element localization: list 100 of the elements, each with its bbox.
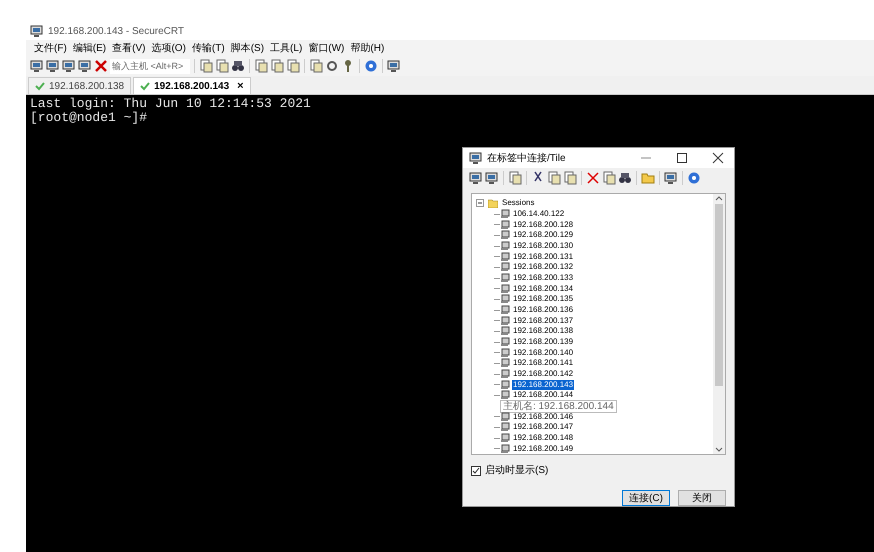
session-item[interactable]: 192.168.200.128 [512,220,574,230]
computer-icon [500,348,510,358]
session-item[interactable]: 192.168.200.140 [512,348,574,358]
dialog-button[interactable]: 关闭 [678,490,726,506]
folder-icon [488,198,498,208]
maximize-icon[interactable] [676,152,688,164]
printer-icon[interactable] [254,59,268,73]
dialog-title: 在标签中连接/Tile [487,152,567,166]
session-item[interactable]: 192.168.200.133 [512,273,574,284]
tab-label: 192.168.200.143 [154,80,230,94]
document-icon[interactable] [508,170,522,185]
computer-icon [500,241,510,252]
printer-icon[interactable] [286,59,300,73]
close-icon[interactable] [712,152,724,164]
x-icon[interactable] [586,170,600,185]
computer-icon [500,444,510,454]
computer-icon [500,422,510,432]
computer-icon [500,412,510,422]
session-item[interactable]: 192.168.200.143 [512,380,574,390]
menu-item[interactable]: 编辑(E) [72,40,106,56]
menu-item[interactable]: 查看(V) [112,40,146,56]
menu-item[interactable]: 选项(O) [151,40,186,56]
check-icon [140,81,150,91]
computer-icon [500,284,510,294]
session-item[interactable]: 192.168.200.148 [512,433,574,444]
computer-icon [500,273,510,284]
app-icon[interactable] [30,24,44,38]
document-icon[interactable] [309,59,323,73]
tooltip: 主机名: 192.168.200.144 [500,400,617,413]
monitor-icon[interactable] [46,59,60,73]
folder-icon[interactable] [641,170,655,185]
computer-icon [500,262,510,272]
monitor-icon[interactable] [485,170,499,185]
session-item[interactable]: 192.168.200.138 [512,326,574,336]
monitor-icon[interactable] [30,59,44,73]
session-item[interactable]: 192.168.200.144 [512,390,574,400]
scroll-thumb[interactable] [715,204,723,386]
tab[interactable]: 192.168.200.138 [28,77,132,94]
monitor-icon[interactable] [387,59,401,73]
session-item[interactable]: 192.168.200.129 [512,230,574,240]
session-item[interactable]: 192.168.200.136 [512,305,574,316]
app-icon[interactable] [469,151,483,166]
tab[interactable]: 192.168.200.143 × [133,77,251,94]
check-icon [35,81,45,91]
session-item[interactable]: 106.14.40.122 [512,209,566,220]
computer-icon [500,358,510,368]
session-item[interactable]: 192.168.200.139 [512,337,574,348]
host-field[interactable]: 输入主机 <Alt+R> [110,58,190,74]
binoculars-icon[interactable] [618,170,632,185]
menu-item[interactable]: 窗口(W) [308,40,344,56]
clipboard-icon[interactable] [563,170,577,185]
document-icon[interactable] [602,170,616,185]
checkbox-label: 启动时显示(S) [485,464,548,478]
session-item[interactable]: 192.168.200.131 [512,252,574,262]
terminal-line: Last login: Thu Jun 10 12:14:53 2021 [30,97,311,111]
clipboard-icon[interactable] [215,59,229,73]
session-item[interactable]: 192.168.200.146 [512,412,574,422]
close-button[interactable]: × [237,78,244,94]
computer-icon [500,252,510,262]
collapse-toggle[interactable] [476,199,484,208]
monitor-icon[interactable] [469,170,483,185]
session-item[interactable]: 192.168.200.134 [512,284,574,294]
computer-icon [500,230,510,240]
terminal-line: [root@node1 ~]# [30,111,148,125]
document-icon[interactable] [270,59,284,73]
computer-icon [500,305,510,316]
tree-label[interactable]: Sessions [502,197,534,210]
computer-icon [500,369,510,380]
help-icon[interactable] [364,59,378,73]
session-item[interactable]: 192.168.200.149 [512,444,574,454]
computer-icon [500,326,510,336]
menu-item[interactable]: 脚本(S) [230,40,264,56]
menu-item[interactable]: 传输(T) [192,40,225,56]
menu-item[interactable]: 工具(L) [270,40,302,56]
x-icon[interactable] [94,59,108,73]
document-icon[interactable] [199,59,213,73]
computer-icon [500,294,510,304]
computer-icon [500,316,510,326]
session-item[interactable]: 192.168.200.135 [512,294,574,304]
session-item[interactable]: 192.168.200.137 [512,316,574,326]
session-item[interactable]: 192.168.200.147 [512,422,574,432]
session-item[interactable]: 192.168.200.132 [512,262,574,272]
computer-icon [500,337,510,348]
monitor-icon[interactable] [78,59,92,73]
binoculars-icon[interactable] [231,59,245,73]
checkbox[interactable] [471,466,481,476]
menu-item[interactable]: 文件(F) [34,40,67,56]
computer-icon [500,380,510,390]
computer-icon [500,209,510,220]
computer-icon [500,433,510,444]
help-icon[interactable] [687,170,701,185]
session-item[interactable]: 192.168.200.142 [512,369,574,380]
dialog-button[interactable]: 连接(C) [622,490,670,506]
monitor-icon[interactable] [62,59,76,73]
session-item[interactable]: 192.168.200.130 [512,241,574,252]
menu-item[interactable]: 帮助(H) [350,40,384,56]
session-item[interactable]: 192.168.200.141 [512,358,574,368]
monitor-icon[interactable] [664,170,678,185]
document-icon[interactable] [547,170,561,185]
tab-label: 192.168.200.138 [49,80,124,94]
